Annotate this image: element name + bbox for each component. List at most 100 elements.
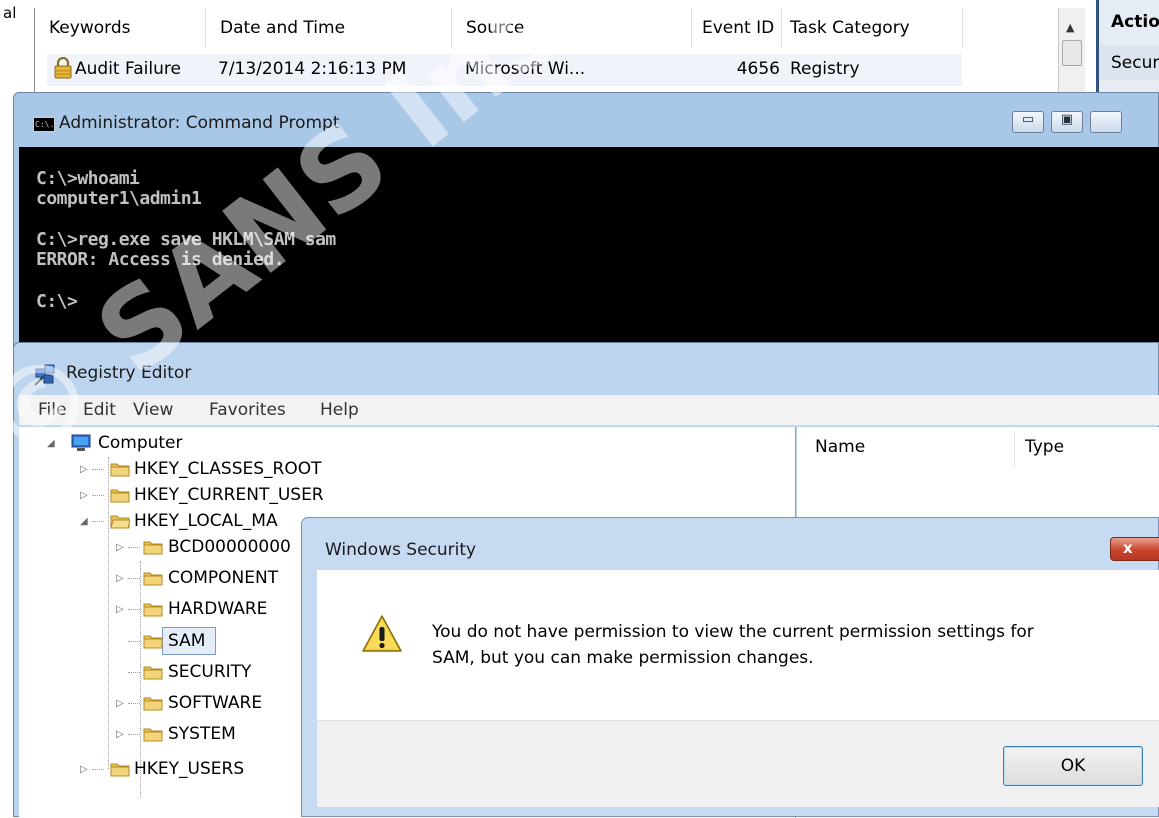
computer-icon [70, 434, 92, 451]
dialog-message-line: SAM, but you can make permission changes… [432, 648, 814, 668]
cell-task-category: Registry [790, 59, 860, 79]
tree-connector [92, 495, 104, 497]
folder-icon [143, 633, 163, 649]
left-pane-fragment: al [0, 0, 30, 95]
regedit-titlebar[interactable]: Registry Editor [14, 343, 1158, 393]
tree-node-hardware[interactable]: ▷ HARDWARE [19, 596, 349, 622]
column-header-type[interactable]: Type [1025, 437, 1064, 457]
actions-pane: Actio Secur [1096, 0, 1159, 95]
tree-label: HKEY_CLASSES_ROOT [134, 459, 322, 479]
cell-keywords: Audit Failure [75, 59, 181, 79]
menu-bar: File Edit View Favorites Help [19, 395, 1159, 426]
cmd-icon: C:\. [33, 117, 55, 132]
tree-node-hkey-local-machine[interactable]: ◢ HKEY_LOCAL_MA [19, 508, 349, 534]
tree-label: SOFTWARE [168, 693, 263, 713]
expand-icon[interactable]: ▷ [80, 490, 90, 502]
tree-connector [92, 769, 104, 771]
tree-connector [128, 641, 140, 643]
column-separator[interactable] [1014, 431, 1015, 467]
tree-node-system[interactable]: ▷ SYSTEM [19, 721, 349, 747]
expand-icon[interactable]: ▷ [80, 764, 90, 776]
close-button[interactable] [1090, 111, 1122, 133]
column-header-task-category[interactable]: Task Category [782, 8, 963, 48]
folder-icon [110, 761, 130, 777]
folder-icon [143, 664, 163, 680]
tree-label: HARDWARE [168, 599, 268, 619]
regedit-icon [33, 363, 59, 387]
collapse-icon[interactable]: ◢ [47, 438, 57, 450]
tree-label: HKEY_USERS [134, 759, 245, 779]
minimize-button[interactable]: ▭ [1012, 111, 1044, 133]
folder-icon [143, 695, 163, 711]
regedit-window-title: Registry Editor [66, 363, 192, 383]
console-line: computer1\admin1 [36, 188, 202, 209]
minimize-icon: ▭ [1021, 112, 1035, 127]
console-line: C:\>whoami [36, 168, 140, 189]
dialog-body: You do not have permission to view the c… [317, 570, 1159, 720]
folder-icon [143, 726, 163, 742]
maximize-icon: ▣ [1060, 112, 1074, 127]
tree-node-hkey-users[interactable]: ▷ HKEY_USERS [19, 756, 349, 782]
expand-icon[interactable]: ▷ [116, 573, 126, 585]
expand-icon[interactable]: ▷ [80, 464, 90, 476]
expand-icon[interactable]: ▷ [116, 698, 126, 710]
column-header-source[interactable]: Source [452, 8, 692, 48]
collapse-icon[interactable]: ◢ [80, 516, 90, 528]
tree-label: BCD00000000 [168, 537, 291, 557]
actions-item-security[interactable]: Secur [1099, 46, 1159, 80]
close-icon: x [1123, 539, 1133, 557]
folder-icon [110, 487, 130, 503]
tree-label: HKEY_CURRENT_USER [134, 485, 324, 505]
scroll-thumb[interactable] [1062, 40, 1082, 66]
cmd-window-title: Administrator: Command Prompt [59, 113, 340, 133]
tree-connector [128, 703, 140, 705]
tree-node-hkey-classes-root[interactable]: ▷ HKEY_CLASSES_ROOT [19, 456, 349, 482]
tree-connector [128, 672, 140, 674]
tree-node-software[interactable]: ▷ SOFTWARE [19, 690, 349, 716]
tree-connector [92, 469, 104, 471]
ok-button[interactable]: OK [1003, 746, 1143, 786]
cmd-titlebar[interactable]: C:\. Administrator: Command Prompt ▭ ▣ [14, 93, 1158, 145]
windows-security-dialog: Windows Security x You do not have permi… [301, 517, 1159, 817]
tree-node-components[interactable]: ▷ COMPONENT [19, 565, 349, 591]
expand-icon[interactable]: ▷ [116, 604, 126, 616]
menu-edit[interactable]: Edit [83, 400, 116, 420]
command-prompt-window: C:\. Administrator: Command Prompt ▭ ▣ C… [13, 92, 1159, 348]
folder-icon [143, 601, 163, 617]
folder-icon [110, 461, 130, 477]
tree-node-sam[interactable]: SAM [19, 628, 349, 654]
tree-node-hkey-current-user[interactable]: ▷ HKEY_CURRENT_USER [19, 482, 349, 508]
cell-date-time: 7/13/2014 2:16:13 PM [218, 59, 407, 79]
console-output[interactable]: C:\>whoami computer1\admin1 C:\>reg.exe … [19, 147, 1159, 347]
tree-node-security[interactable]: SECURITY [19, 659, 349, 685]
lock-icon [53, 56, 73, 87]
menu-file[interactable]: File [38, 400, 66, 420]
folder-icon [143, 539, 163, 555]
column-header-event-id[interactable]: Event ID [692, 8, 782, 48]
warning-icon [361, 614, 403, 654]
dialog-close-button[interactable]: x [1110, 537, 1159, 561]
dialog-footer: OK [317, 720, 1159, 807]
tree-node-computer[interactable]: ◢ Computer [19, 430, 319, 456]
dialog-message-line: You do not have permission to view the c… [432, 622, 1034, 642]
vertical-scrollbar[interactable]: ▲ [1058, 8, 1085, 95]
tree-node-bcd[interactable]: ▷ BCD00000000 [19, 534, 349, 560]
tree-connector [128, 734, 140, 736]
expand-icon[interactable]: ▷ [116, 729, 126, 741]
maximize-button[interactable]: ▣ [1051, 111, 1083, 133]
scroll-up-icon[interactable]: ▲ [1066, 21, 1074, 34]
cell-event-id: 4656 [736, 59, 780, 79]
column-header-name[interactable]: Name [815, 437, 865, 457]
event-viewer-window: al Keywords Date and Time Source Event I… [0, 0, 1159, 95]
tree-label: SECURITY [168, 662, 252, 682]
column-header-keywords[interactable]: Keywords [35, 8, 206, 48]
menu-view[interactable]: View [133, 400, 173, 420]
menu-help[interactable]: Help [320, 400, 359, 420]
tree-label: HKEY_LOCAL_MA [134, 511, 278, 531]
menu-favorites[interactable]: Favorites [209, 400, 286, 420]
event-list[interactable]: Keywords Date and Time Source Event ID T… [34, 8, 1057, 95]
tree-label: Computer [98, 433, 183, 453]
actions-title: Actio [1111, 12, 1159, 32]
expand-icon[interactable]: ▷ [116, 542, 126, 554]
column-header-date-time[interactable]: Date and Time [206, 8, 452, 48]
